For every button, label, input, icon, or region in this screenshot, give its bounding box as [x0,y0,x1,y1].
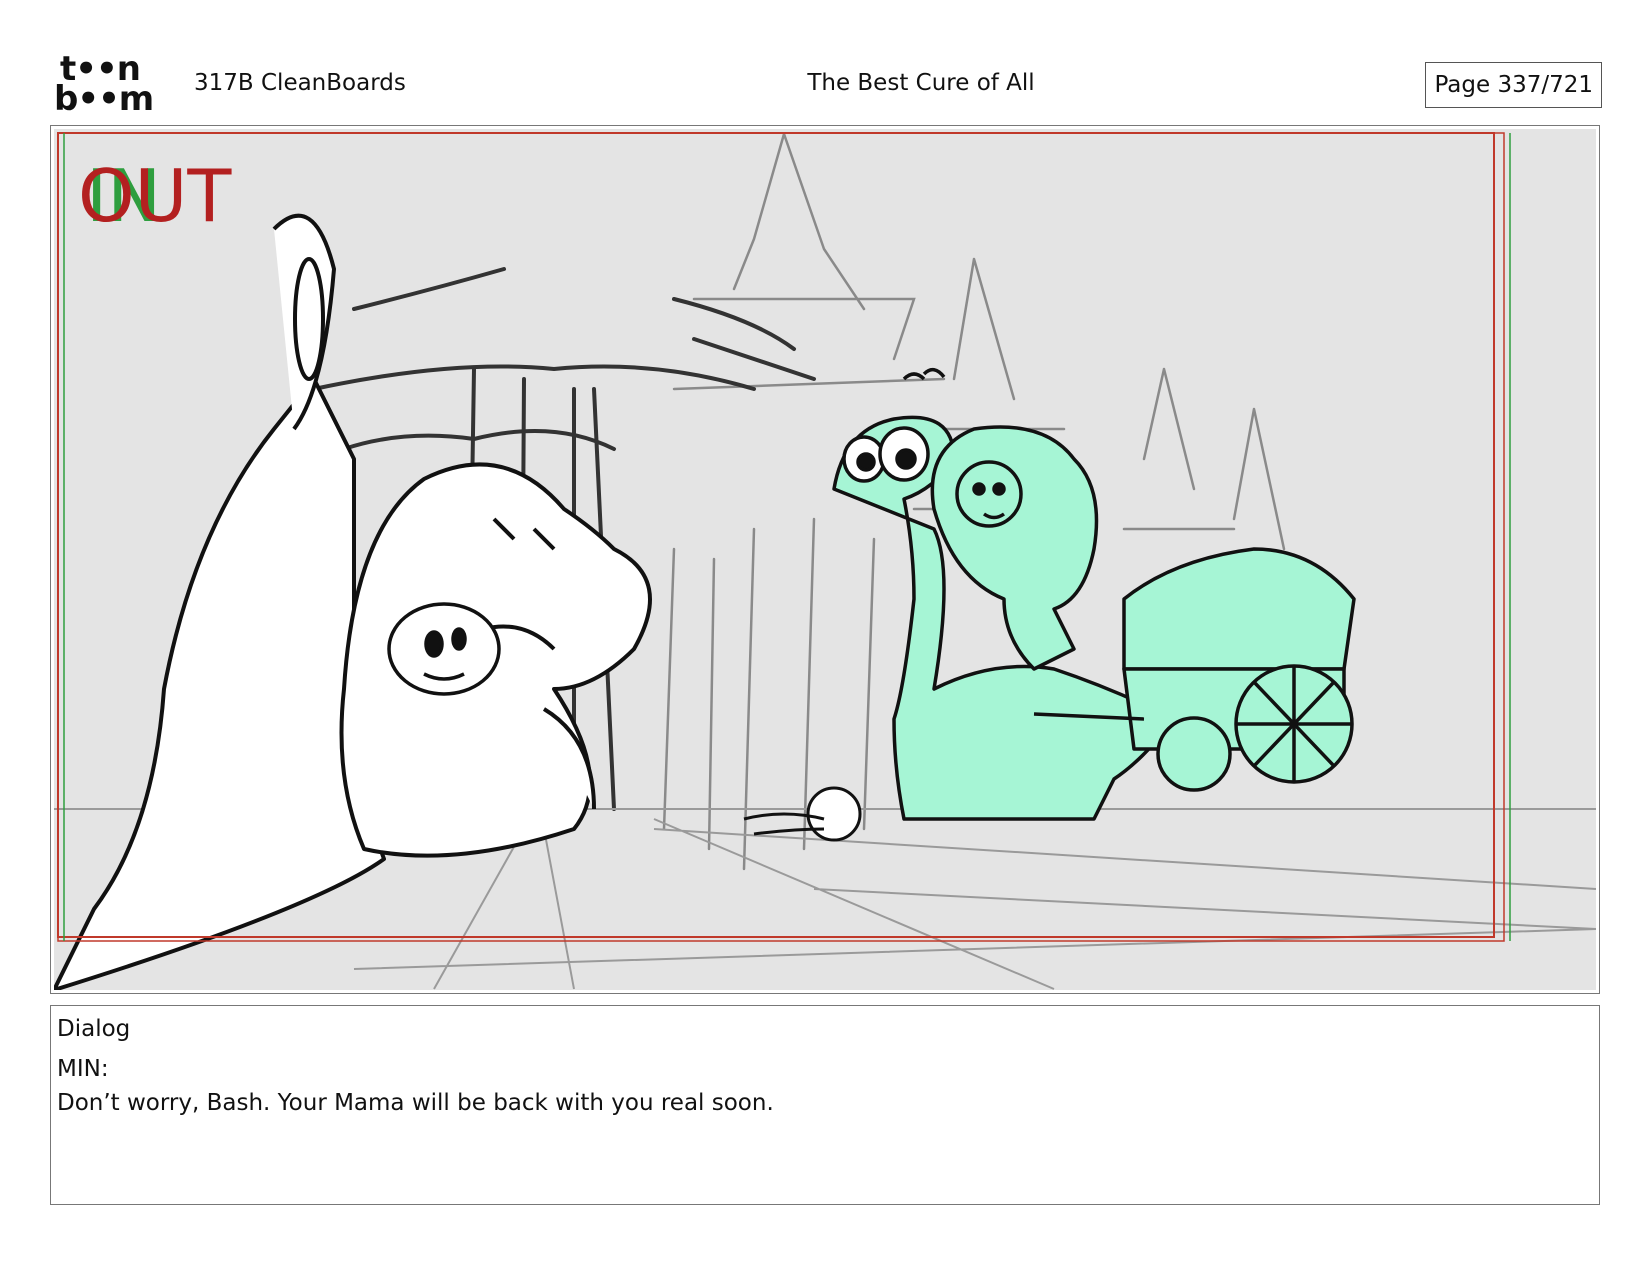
dialog-box: Dialog MIN: Don’t worry, Bash. Your Mama… [50,1005,1600,1205]
dialog-heading: Dialog [57,1016,131,1042]
page-title: The Best Cure of All [807,70,1035,96]
storyboard-panel-art [54,129,1596,990]
page-number: Page 337/721 [1425,62,1602,108]
dialog-speaker: MIN: [57,1056,109,1082]
baby-dino-bash [387,602,501,696]
dialog-line: Don’t worry, Bash. Your Mama will be bac… [57,1090,774,1116]
out-label: OUT [78,154,232,238]
